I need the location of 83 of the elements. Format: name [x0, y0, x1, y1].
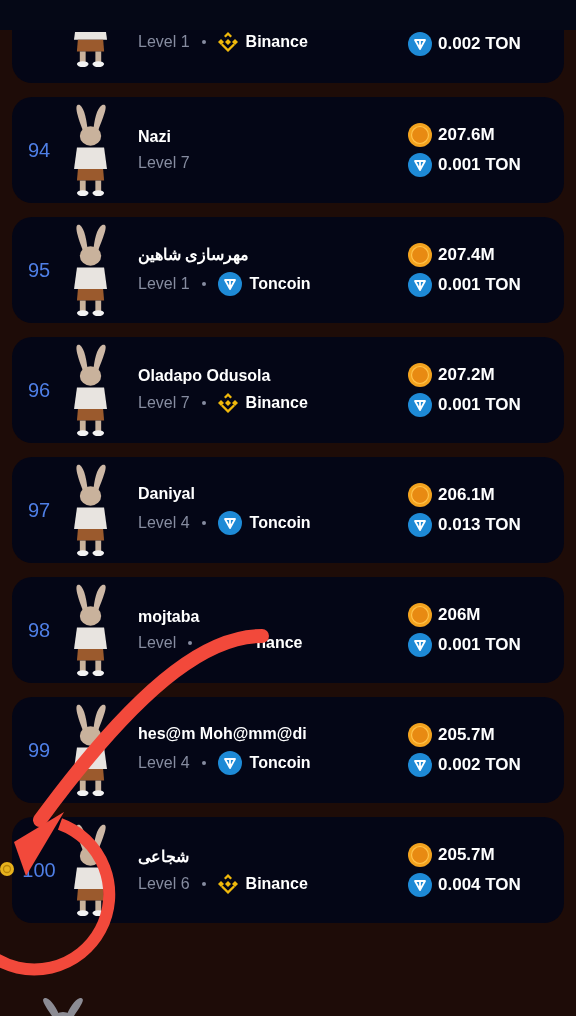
coin-icon	[408, 483, 432, 507]
leaderboard-row[interactable]: 94 Nazi Level 7 207.6M 0.001 TON	[12, 97, 564, 203]
rabbit-avatar-icon	[73, 343, 109, 437]
rabbit-avatar-icon	[73, 223, 109, 317]
player-name: Daniyal	[138, 485, 196, 503]
ton-amount: 0.013 TON	[438, 515, 521, 535]
coin-icon	[408, 243, 432, 267]
separator-dot	[201, 521, 206, 525]
rabbit-avatar-icon	[73, 463, 109, 557]
ton-amount: 0.004 TON	[438, 875, 521, 895]
player-name: hes@m Moh@mm@di	[138, 725, 308, 743]
ton-amount: 0.002 TON	[438, 755, 521, 775]
toncoin-icon	[217, 751, 242, 775]
ton-amount: 0.002 TON	[438, 34, 521, 54]
ton-amount: 0.001 TON	[438, 395, 521, 415]
toncoin-icon	[408, 393, 432, 417]
coin-amount: 207.6M	[438, 125, 495, 145]
coin-icon	[408, 603, 432, 627]
level-label: Level 6	[138, 874, 190, 893]
separator-dot	[201, 281, 206, 286]
exchange-name: Toncoin	[249, 274, 311, 293]
rank-number: 94	[27, 138, 51, 162]
player-name: Oladapo Odusola	[138, 367, 272, 385]
separator-dot	[201, 881, 206, 886]
binance-diamond-icon	[217, 873, 238, 894]
leaderboard-row[interactable]: 97 Daniyal Level 4 Toncoin 206.1M 0.013 TON	[12, 457, 564, 563]
rank-number: 97	[27, 498, 51, 522]
rabbit-avatar-icon	[73, 703, 109, 797]
exchange-name: Binance	[245, 874, 308, 893]
player-name: mojtaba	[138, 608, 201, 626]
ton-amount: 0.001 TON	[438, 155, 521, 175]
coin-amount: 206M	[438, 605, 481, 625]
rabbit-avatar-icon	[73, 583, 109, 677]
toncoin-icon	[217, 271, 242, 296]
exchange-name: Toncoin	[249, 754, 311, 772]
rank-number: 99	[27, 738, 51, 762]
rabbit-avatar-icon	[73, 103, 109, 197]
toncoin-icon	[408, 32, 432, 56]
coin-amount: 207.2M	[438, 365, 495, 385]
coin-amount: 205.7M	[438, 725, 495, 745]
separator-dot	[201, 40, 206, 44]
leaderboard-row[interactable]: Level 1 Binance 0.002 TON	[12, 30, 564, 83]
coin-icon	[408, 843, 432, 867]
coin-amount: 207.4M	[438, 245, 495, 265]
leaderboard-row[interactable]: 99 hes@m Moh@mm@di Level 4 Toncoin 205.7M 0.002 TON	[12, 697, 564, 803]
coin-amount: 206.1M	[438, 485, 495, 505]
toncoin-icon	[408, 873, 432, 897]
player-name: شجاعی	[138, 846, 190, 866]
exchange-name: Binance	[245, 394, 308, 412]
player-name: مهرسازی شاهین	[138, 244, 251, 264]
toncoin-icon	[217, 511, 242, 535]
binance-diamond-icon	[217, 393, 238, 413]
separator-dot	[201, 401, 206, 405]
toncoin-icon	[408, 273, 432, 297]
exchange-name: Toncoin	[249, 514, 311, 532]
ton-amount: 0.001 TON	[438, 275, 521, 295]
level-label: Level 1	[138, 33, 190, 51]
rabbit-avatar-icon	[73, 32, 109, 68]
separator-dot	[201, 761, 206, 765]
level-label: Level	[138, 634, 177, 652]
level-label: Level 1	[138, 274, 190, 293]
level-label: Level 7	[138, 154, 190, 172]
leaderboard-row[interactable]: 96 Oladapo Odusola Level 7 Binance 207.2M 0.001 TON	[12, 337, 564, 443]
level-label: Level 4	[138, 754, 190, 772]
toncoin-icon	[408, 633, 432, 657]
player-name: Nazi	[138, 128, 172, 146]
exchange-name: Binance	[245, 33, 308, 51]
rank-number: 95	[27, 258, 51, 282]
binance-diamond-icon	[217, 32, 238, 52]
toncoin-icon	[408, 153, 432, 177]
rank-number: 96	[27, 378, 51, 402]
ton-amount: 0.001 TON	[438, 635, 521, 655]
separator-dot	[188, 641, 193, 645]
coin-icon	[408, 723, 432, 747]
rank-number: 98	[27, 618, 51, 642]
coin-icon	[408, 123, 432, 147]
coin-amount: 205.7M	[438, 845, 495, 865]
coin-icon	[408, 363, 432, 387]
toncoin-icon	[408, 753, 432, 777]
level-label: Level 4	[138, 514, 190, 532]
rabbit-avatar-icon	[73, 823, 109, 917]
toncoin-icon	[408, 513, 432, 537]
level-label: Level 7	[138, 394, 190, 412]
